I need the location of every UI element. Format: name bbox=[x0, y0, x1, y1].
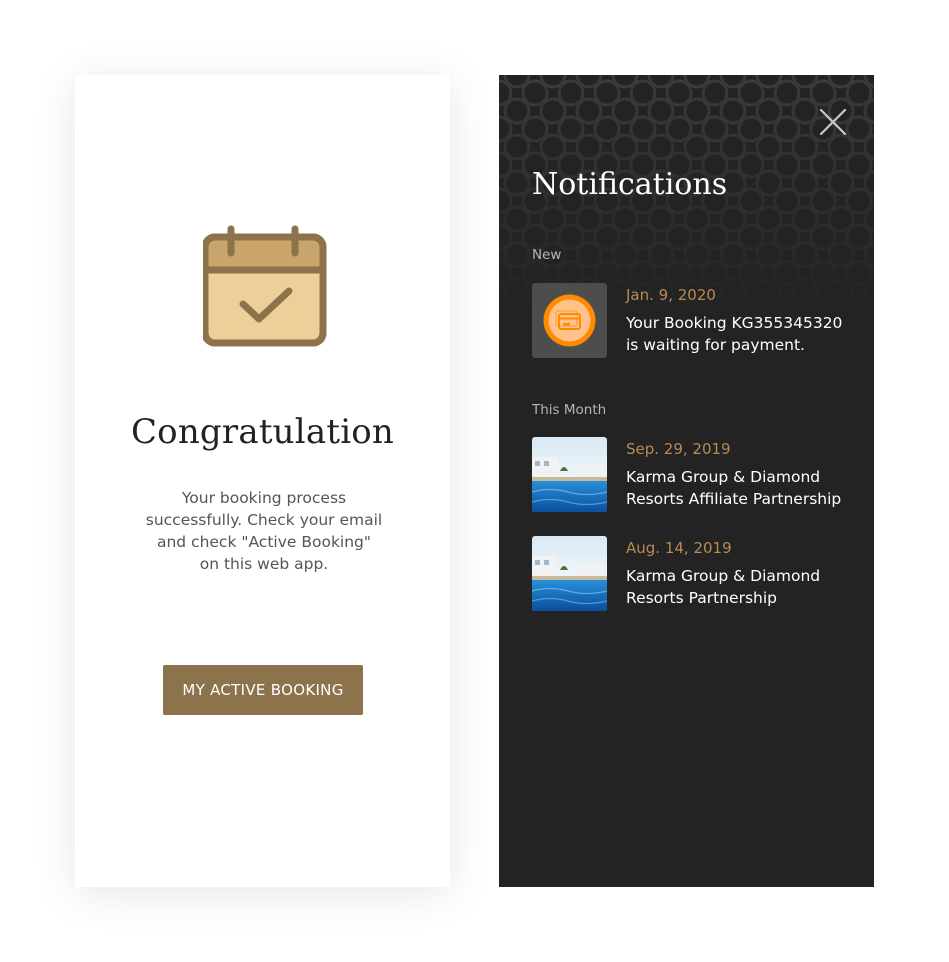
notification-thumbnail bbox=[532, 283, 607, 358]
notification-text: Karma Group & Diamond Resorts Partnershi… bbox=[626, 567, 821, 607]
payment-card-icon bbox=[543, 294, 596, 347]
notification-thumbnail bbox=[532, 437, 607, 512]
notification-text: Karma Group & Diamond Resorts Affiliate … bbox=[626, 468, 842, 508]
notifications-panel: Notifications New Jan. 9, 2020 Your Book… bbox=[499, 75, 874, 887]
notification-date: Sep. 29, 2019 bbox=[626, 440, 731, 458]
notification-thumbnail bbox=[532, 536, 607, 611]
notifications-title: Notifications bbox=[532, 167, 728, 202]
resort-pool-image bbox=[532, 536, 607, 611]
notification-date: Aug. 14, 2019 bbox=[626, 539, 732, 557]
calendar-check-icon bbox=[203, 225, 327, 347]
notification-item-partnership[interactable]: Aug. 14, 2019 Karma Group & Diamond Reso… bbox=[532, 536, 852, 612]
section-label-new: New bbox=[532, 247, 562, 263]
notification-text: Your Booking KG355345320 is waiting for … bbox=[626, 314, 843, 354]
booking-confirmation-card: Congratulation Your booking process succ… bbox=[75, 75, 450, 887]
confirmation-title: Congratulation bbox=[130, 412, 395, 452]
my-active-booking-button[interactable]: MY ACTIVE BOOKING bbox=[163, 665, 363, 715]
resort-pool-image bbox=[532, 437, 607, 512]
confirmation-message: Your booking process successfully. Check… bbox=[145, 489, 383, 573]
notification-item-affiliate-partnership[interactable]: Sep. 29, 2019 Karma Group & Diamond Reso… bbox=[532, 437, 852, 513]
section-label-this-month: This Month bbox=[532, 402, 607, 418]
notification-date: Jan. 9, 2020 bbox=[626, 286, 716, 304]
close-icon[interactable] bbox=[815, 104, 851, 140]
notification-item-payment[interactable]: Jan. 9, 2020 Your Booking KG355345320 is… bbox=[532, 283, 852, 359]
